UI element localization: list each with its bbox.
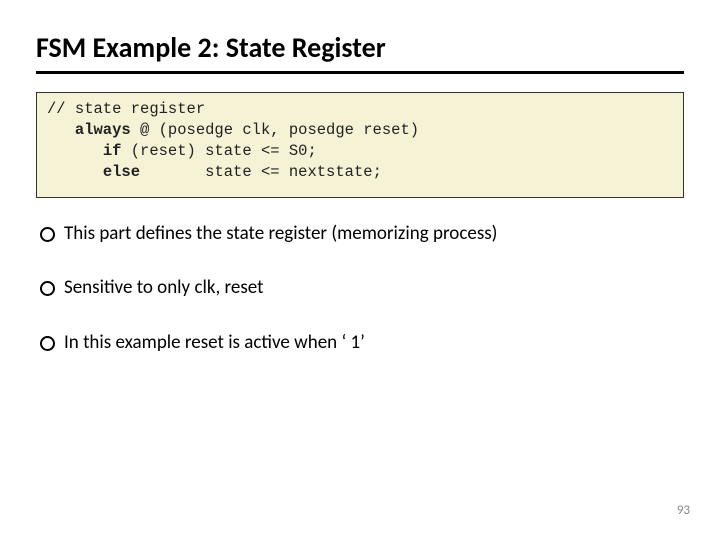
code-kw-else: else: [103, 163, 140, 181]
code-block: // state register always @ (posedge clk,…: [36, 92, 684, 198]
bullet-item: This part defines the state register (me…: [36, 222, 684, 247]
code-line-3-pre: [47, 142, 103, 160]
code-kw-always: always: [75, 121, 131, 139]
code-line-4-rest: state <= nextstate;: [140, 163, 382, 181]
slide: FSM Example 2: State Register // state r…: [0, 0, 720, 540]
code-line-2-pre: [47, 121, 75, 139]
code-line-4-pre: [47, 163, 103, 181]
page-number: 93: [677, 503, 690, 518]
code-line-1: // state register: [47, 100, 205, 118]
bullet-list: This part defines the state register (me…: [36, 222, 684, 356]
code-line-2-rest: @ (posedge clk, posedge reset): [131, 121, 419, 139]
code-line-3-rest: (reset) state <= S0;: [121, 142, 316, 160]
code-kw-if: if: [103, 142, 122, 160]
bullet-item: Sensitive to only clk, reset: [36, 276, 684, 301]
bullet-item: In this example reset is active when ‘ 1…: [36, 331, 684, 356]
slide-title: FSM Example 2: State Register: [36, 30, 684, 74]
